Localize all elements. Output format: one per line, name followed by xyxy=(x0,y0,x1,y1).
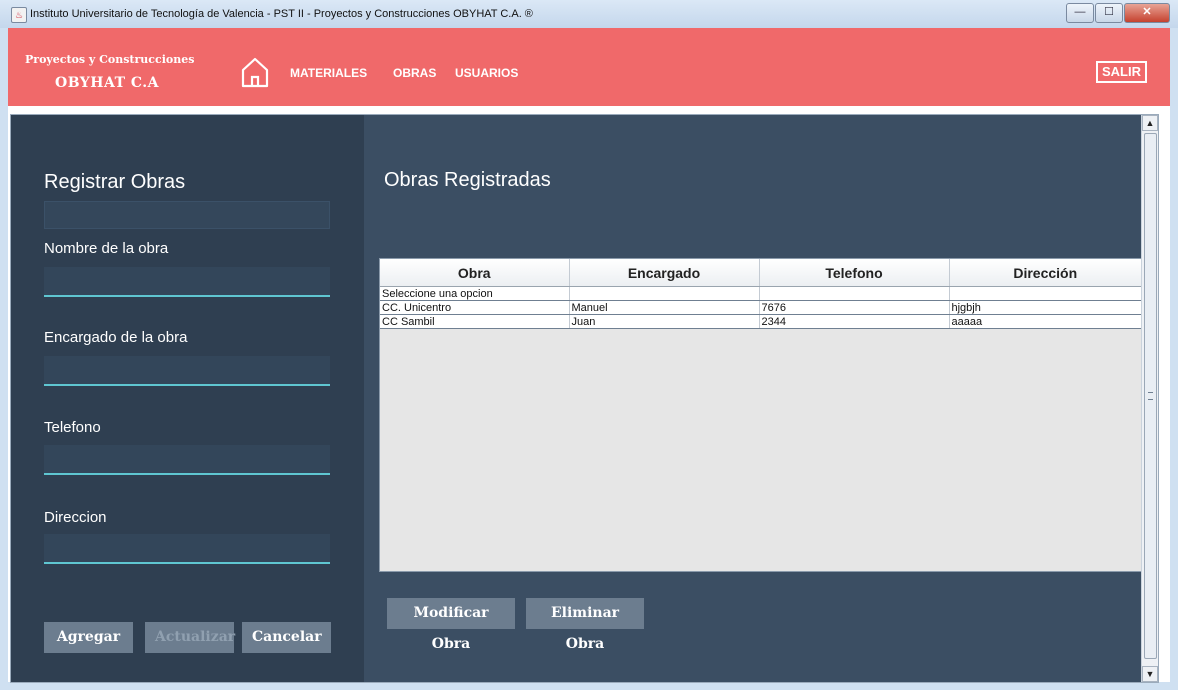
update-button: Actualizar xyxy=(145,622,235,653)
encargado-input[interactable] xyxy=(44,356,330,386)
app-frame: Proyectos y Construcciones OBYHAT C.A MA… xyxy=(8,28,1170,683)
scroll-down-icon[interactable]: ▼ xyxy=(1142,666,1158,682)
modify-button[interactable]: Modificar Obra xyxy=(387,598,515,652)
app-window: ♨ Instituto Universitario de Tecnología … xyxy=(0,0,1178,690)
table-cell: Seleccione una opcion xyxy=(380,286,570,301)
table-header-row: Obra Encargado Telefono Dirección xyxy=(380,259,1141,287)
nav-obras[interactable]: OBRAS xyxy=(393,66,436,80)
column-header-direccion[interactable]: Dirección xyxy=(949,259,1141,287)
table-cell: hjgbjh xyxy=(949,300,1142,315)
exit-button[interactable]: SALIR xyxy=(1096,61,1147,83)
window-title: Instituto Universitario de Tecnología de… xyxy=(30,8,533,20)
table-cell xyxy=(569,286,760,301)
nav-usuarios[interactable]: USUARIOS xyxy=(455,66,518,80)
java-icon: ♨ xyxy=(11,7,27,23)
table-cell: CC. Unicentro xyxy=(380,300,570,315)
grip-icon xyxy=(1148,392,1153,400)
form-title: Registrar Obras xyxy=(44,171,186,193)
table-cell xyxy=(759,286,950,301)
minimize-button[interactable]: — xyxy=(1066,3,1094,23)
table-cell: Juan xyxy=(569,314,760,329)
telefono-input[interactable] xyxy=(44,445,330,475)
register-panel: Registrar Obras Nombre de la obra Encarg… xyxy=(11,115,364,682)
table-cell: 2344 xyxy=(759,314,950,329)
home-icon[interactable] xyxy=(240,56,270,88)
brand-line-2: OBYHAT C.A xyxy=(55,75,160,91)
add-button[interactable]: Agregar xyxy=(44,622,133,653)
cancel-button[interactable]: Cancelar xyxy=(242,622,331,653)
main-content: Registrar Obras Nombre de la obra Encarg… xyxy=(10,114,1159,683)
scroll-up-icon[interactable]: ▲ xyxy=(1142,115,1158,131)
telefono-label: Telefono xyxy=(44,419,101,436)
table-cell xyxy=(949,286,1142,301)
column-header-obra[interactable]: Obra xyxy=(380,259,570,287)
vertical-scrollbar[interactable]: ▲ ▼ xyxy=(1141,115,1158,682)
nav-materiales[interactable]: MATERIALES xyxy=(290,66,367,80)
direccion-input[interactable] xyxy=(44,534,330,564)
nombre-input[interactable] xyxy=(44,267,330,297)
close-button[interactable]: ✕ xyxy=(1124,3,1170,23)
window-controls: — ☐ ✕ xyxy=(1065,3,1170,23)
title-bar: ♨ Instituto Universitario de Tecnología … xyxy=(0,0,1178,28)
table-cell: Manuel xyxy=(569,300,760,315)
table-row[interactable]: Seleccione una opcion xyxy=(380,286,1142,301)
table-cell: 7676 xyxy=(759,300,950,315)
table-row[interactable]: CC. Unicentro Manuel 7676 hjgbjh xyxy=(380,300,1142,315)
column-header-encargado[interactable]: Encargado xyxy=(569,259,760,287)
list-title: Obras Registradas xyxy=(384,169,551,191)
direccion-label: Direccion xyxy=(44,509,107,526)
scroll-thumb[interactable] xyxy=(1144,133,1157,659)
column-header-telefono[interactable]: Telefono xyxy=(759,259,950,287)
table-row[interactable]: CC Sambil Juan 2344 aaaaa xyxy=(380,314,1142,329)
table-cell: CC Sambil xyxy=(380,314,570,329)
table-cell: aaaaa xyxy=(949,314,1142,329)
maximize-button[interactable]: ☐ xyxy=(1095,3,1123,23)
nombre-label: Nombre de la obra xyxy=(44,240,169,257)
header-bar: Proyectos y Construcciones OBYHAT C.A MA… xyxy=(8,28,1170,106)
obras-table: Obra Encargado Telefono Dirección Selecc… xyxy=(379,258,1143,572)
encargado-label: Encargado de la obra xyxy=(44,329,188,346)
brand-line-1: Proyectos y Construcciones xyxy=(25,53,195,66)
hidden-id-field xyxy=(44,201,330,229)
delete-button[interactable]: Eliminar Obra xyxy=(526,598,644,652)
